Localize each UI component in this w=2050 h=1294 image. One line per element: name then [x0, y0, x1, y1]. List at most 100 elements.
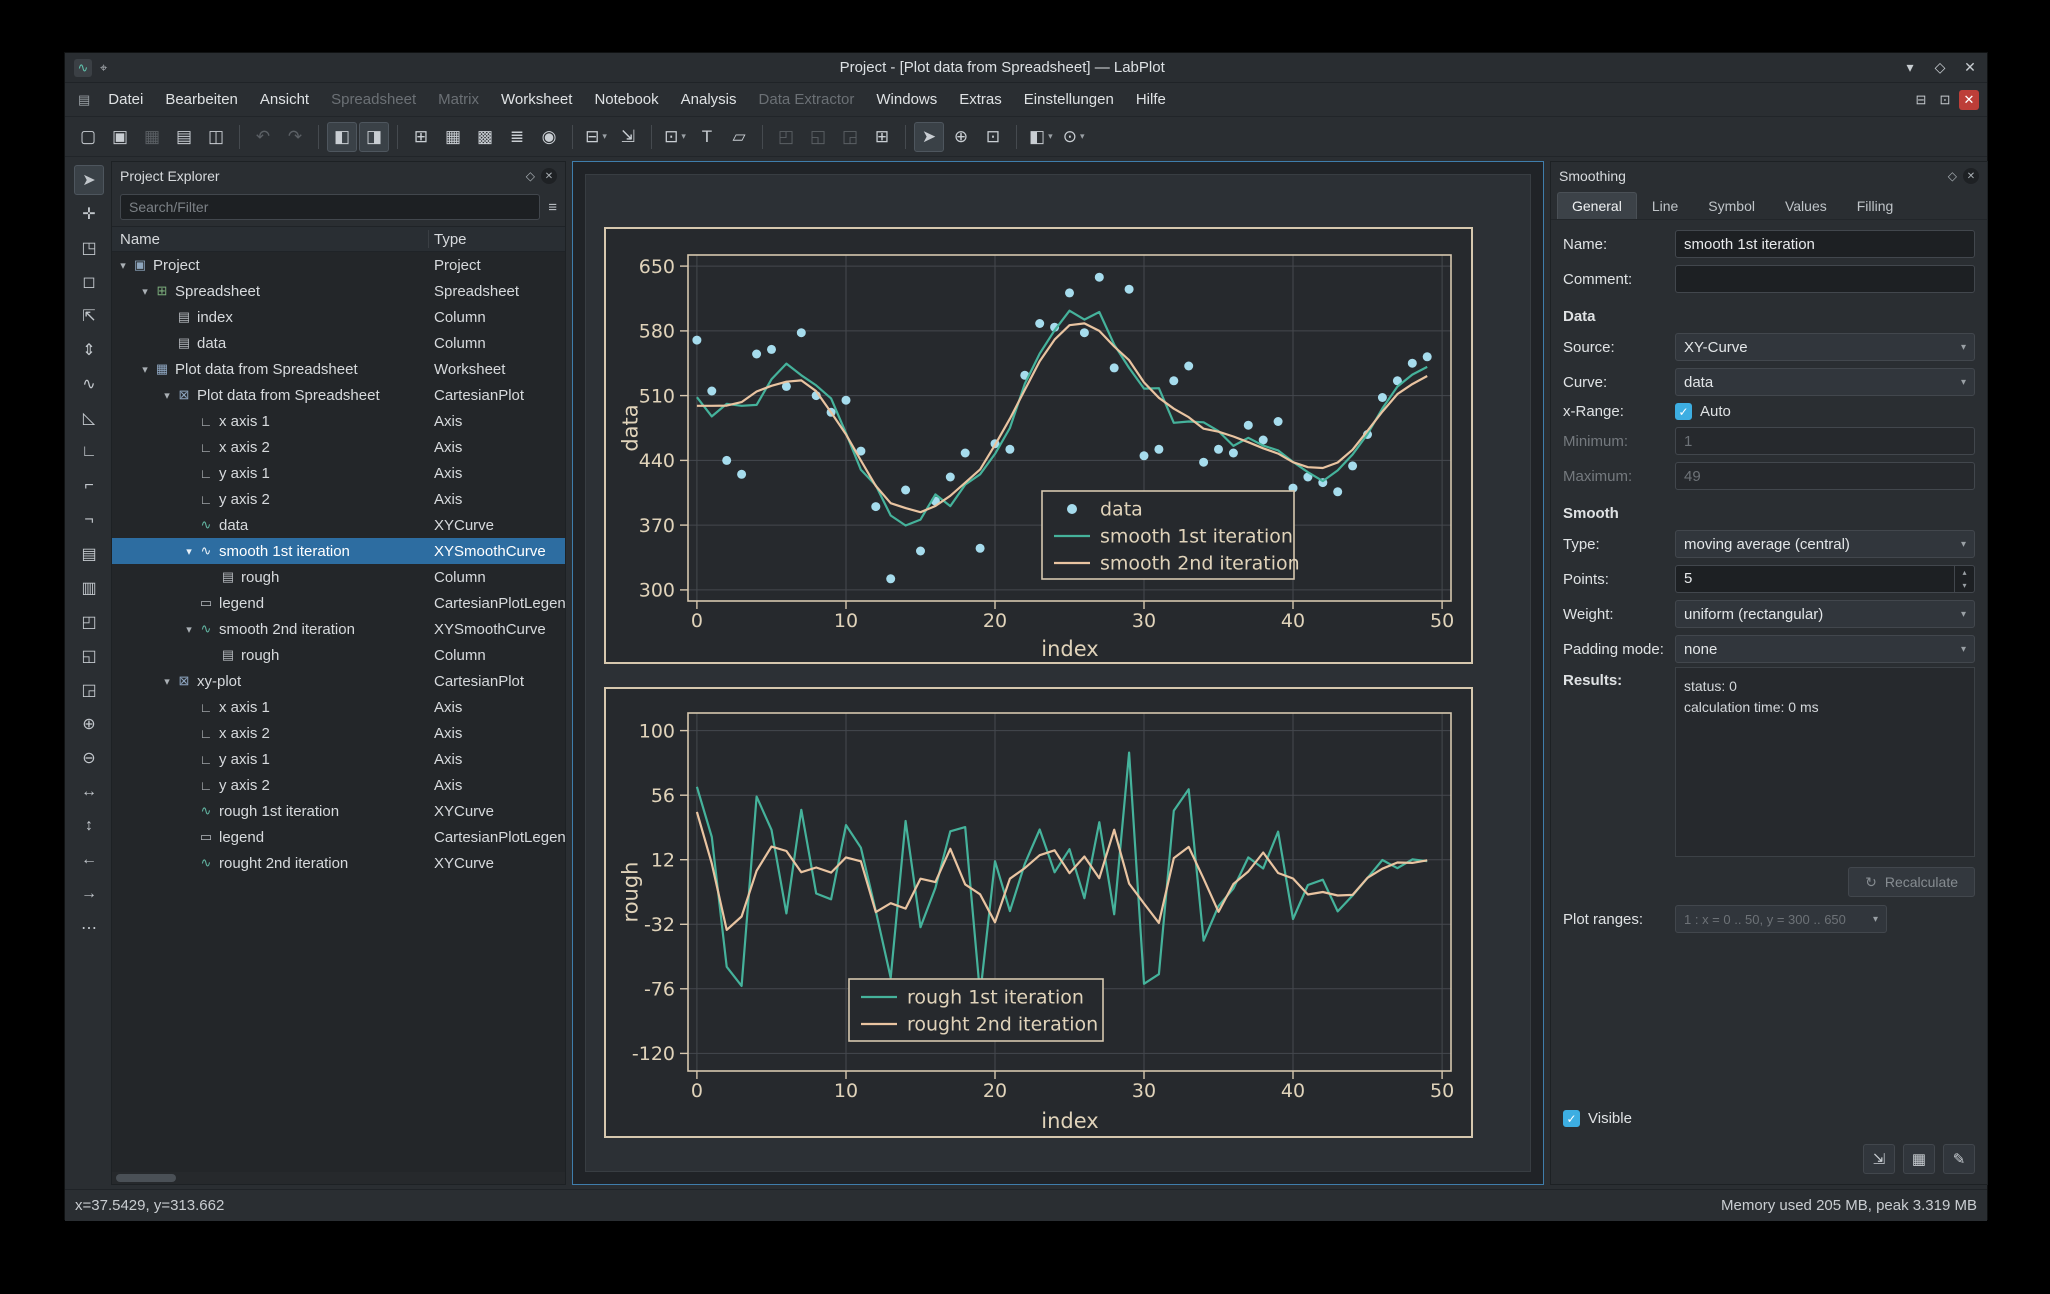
print-button[interactable]: ▤: [169, 122, 199, 152]
expander-icon[interactable]: ▾: [160, 675, 174, 688]
visible-checkbox[interactable]: ✓: [1563, 1110, 1580, 1127]
tree-row[interactable]: ∟x axis 1Axis: [112, 694, 565, 720]
tree-row[interactable]: ▾⊠xy-plotCartesianPlot: [112, 668, 565, 694]
weight-combobox[interactable]: uniform (rectangular)▾: [1675, 600, 1975, 628]
save-as-button[interactable]: ✎: [1943, 1144, 1975, 1174]
select-tool-button[interactable]: ➤: [74, 165, 104, 195]
tab-values[interactable]: Values: [1770, 192, 1842, 219]
column-header-type[interactable]: Type: [434, 231, 467, 248]
toggle-project-explorer-button[interactable]: ◧: [327, 122, 357, 152]
dock-float-icon[interactable]: ◇: [1948, 169, 1957, 183]
plot-rough[interactable]: -120-76-32125610001020304050roughindexro…: [604, 687, 1473, 1138]
menu-windows[interactable]: Windows: [865, 83, 948, 116]
open-project-button[interactable]: ▣: [105, 122, 135, 152]
comment-field[interactable]: [1675, 265, 1975, 293]
source-combobox[interactable]: XY-Curve▾: [1675, 333, 1975, 361]
toggle-properties-explorer-button[interactable]: ◨: [359, 122, 389, 152]
cursor-line-tool-button[interactable]: ⇕: [74, 335, 104, 365]
expander-icon[interactable]: ▾: [138, 363, 152, 376]
tree-row[interactable]: ▾∿smooth 2nd iterationXYSmoothCurve: [112, 616, 565, 642]
window-close-button[interactable]: ✕: [1957, 57, 1983, 79]
tree-row[interactable]: ∿dataXYCurve: [112, 512, 565, 538]
tree-row[interactable]: ∿rought 2nd iterationXYCurve: [112, 850, 565, 876]
worksheet-page[interactable]: 30037044051058065001020304050dataindexda…: [585, 174, 1531, 1172]
tree-row[interactable]: ▾⊠Plot data from SpreadsheetCartesianPlo…: [112, 382, 565, 408]
crosshair-mode-button[interactable]: ⊕: [946, 122, 976, 152]
new-matrix-button[interactable]: ▦: [438, 122, 468, 152]
expander-icon[interactable]: ▾: [138, 285, 152, 298]
grid-layout-button[interactable]: ⊞: [867, 122, 897, 152]
search-input[interactable]: [120, 194, 540, 220]
tree-row[interactable]: ∟x axis 1Axis: [112, 408, 565, 434]
menu-worksheet[interactable]: Worksheet: [490, 83, 583, 116]
new-worksheet-button[interactable]: ▩: [470, 122, 500, 152]
shift-x-tool-button[interactable]: ↔: [74, 777, 104, 807]
box-select-tool-button[interactable]: ◻: [74, 267, 104, 297]
shift-y-tool-button[interactable]: ↕: [74, 811, 104, 841]
import-data-button[interactable]: ⇲: [613, 122, 643, 152]
tree-row[interactable]: ∟y axis 1Axis: [112, 460, 565, 486]
tree-row[interactable]: ▾∿smooth 1st iterationXYSmoothCurve: [112, 538, 565, 564]
zoom-select-mode-button[interactable]: ⊡: [978, 122, 1008, 152]
add-axis-right-tool-button[interactable]: ¬: [74, 505, 104, 535]
crosshair-tool-button[interactable]: ✛: [74, 199, 104, 229]
zoom-in-tool-button[interactable]: ⊕: [74, 709, 104, 739]
expander-icon[interactable]: ▾: [182, 545, 196, 558]
tab-filling[interactable]: Filling: [1842, 192, 1909, 219]
add-curve-tool-button[interactable]: ∿: [74, 369, 104, 399]
dock-float-icon[interactable]: ◇: [526, 169, 535, 183]
shift-region-tool-button[interactable]: ⇱: [74, 301, 104, 331]
menu-einstellungen[interactable]: Einstellungen: [1013, 83, 1125, 116]
add-text-label-button[interactable]: T: [692, 122, 722, 152]
zoom-mode-button[interactable]: ⊡▾: [660, 122, 690, 152]
plot-data[interactable]: 30037044051058065001020304050dataindexda…: [604, 227, 1473, 664]
mdi-restore-button[interactable]: ⊡: [1935, 90, 1955, 110]
tree-row[interactable]: ▾▣ProjectProject: [112, 252, 565, 278]
new-project-button[interactable]: ▢: [73, 122, 103, 152]
recalculate-button[interactable]: ↻ Recalculate: [1848, 867, 1975, 897]
zoom-out-tool-button[interactable]: ⊖: [74, 743, 104, 773]
dock-close-icon[interactable]: ✕: [1963, 168, 1979, 184]
tree-column-header[interactable]: Name Type: [112, 226, 565, 252]
auto-checkbox[interactable]: ✓: [1675, 403, 1692, 420]
padding-mode-combobox[interactable]: none▾: [1675, 635, 1975, 663]
mdi-minimize-button[interactable]: ⊟: [1911, 90, 1931, 110]
column-header-name[interactable]: Name: [120, 231, 160, 248]
curve-combobox[interactable]: data▾: [1675, 368, 1975, 396]
title-bar[interactable]: ∿ ⌖ Project - [Plot data from Spreadshee…: [65, 53, 1987, 83]
add-axis-top-tool-button[interactable]: ⌐: [74, 471, 104, 501]
spin-down-icon[interactable]: ▾: [1955, 579, 1974, 592]
menu-analysis[interactable]: Analysis: [670, 83, 748, 116]
zoom-fit-button[interactable]: ◧▾: [1025, 122, 1057, 152]
add-histogram-tool-button[interactable]: ◺: [74, 403, 104, 433]
add-image-button[interactable]: ▱: [724, 122, 754, 152]
zoom-region-tool-button[interactable]: ◳: [74, 233, 104, 263]
tree-row[interactable]: ▤roughColumn: [112, 642, 565, 668]
tree-row[interactable]: ▭legendCartesianPlotLegend: [112, 590, 565, 616]
add-axis-tool-button[interactable]: ∟: [74, 437, 104, 467]
tree-row[interactable]: ∟y axis 2Axis: [112, 486, 565, 512]
tree-row[interactable]: ∟x axis 2Axis: [112, 434, 565, 460]
tree-row[interactable]: ▤dataColumn: [112, 330, 565, 356]
export-button[interactable]: ⇲: [1863, 1144, 1895, 1174]
window-maximize-button[interactable]: ◇: [1927, 57, 1953, 79]
menu-datei[interactable]: Datei: [97, 83, 154, 116]
pin-icon[interactable]: ⌖: [100, 60, 107, 76]
print-preview-button[interactable]: ◫: [201, 122, 231, 152]
tab-general[interactable]: General: [1557, 192, 1637, 219]
shift-right-tool-button[interactable]: →: [74, 879, 104, 909]
menu-hilfe[interactable]: Hilfe: [1125, 83, 1177, 116]
tree-row[interactable]: ▭legendCartesianPlotLegend: [112, 824, 565, 850]
menu-extras[interactable]: Extras: [948, 83, 1013, 116]
scrollbar-thumb[interactable]: [116, 1174, 176, 1182]
scale-auto-x-tool-button[interactable]: ◱: [74, 641, 104, 671]
save-button[interactable]: ▦: [1903, 1144, 1935, 1174]
points-stepper[interactable]: 5 ▴ ▾: [1675, 565, 1975, 593]
new-notebook-button[interactable]: ≣: [502, 122, 532, 152]
name-field[interactable]: [1675, 230, 1975, 258]
tree-row[interactable]: ∟y axis 1Axis: [112, 746, 565, 772]
worksheet-view[interactable]: 30037044051058065001020304050dataindexda…: [572, 161, 1544, 1185]
tree-row[interactable]: ∟y axis 2Axis: [112, 772, 565, 798]
plot-legend[interactable]: rough 1st iterationrought 2nd iteration: [849, 979, 1103, 1041]
more-tools-button[interactable]: ⋯: [74, 913, 104, 943]
